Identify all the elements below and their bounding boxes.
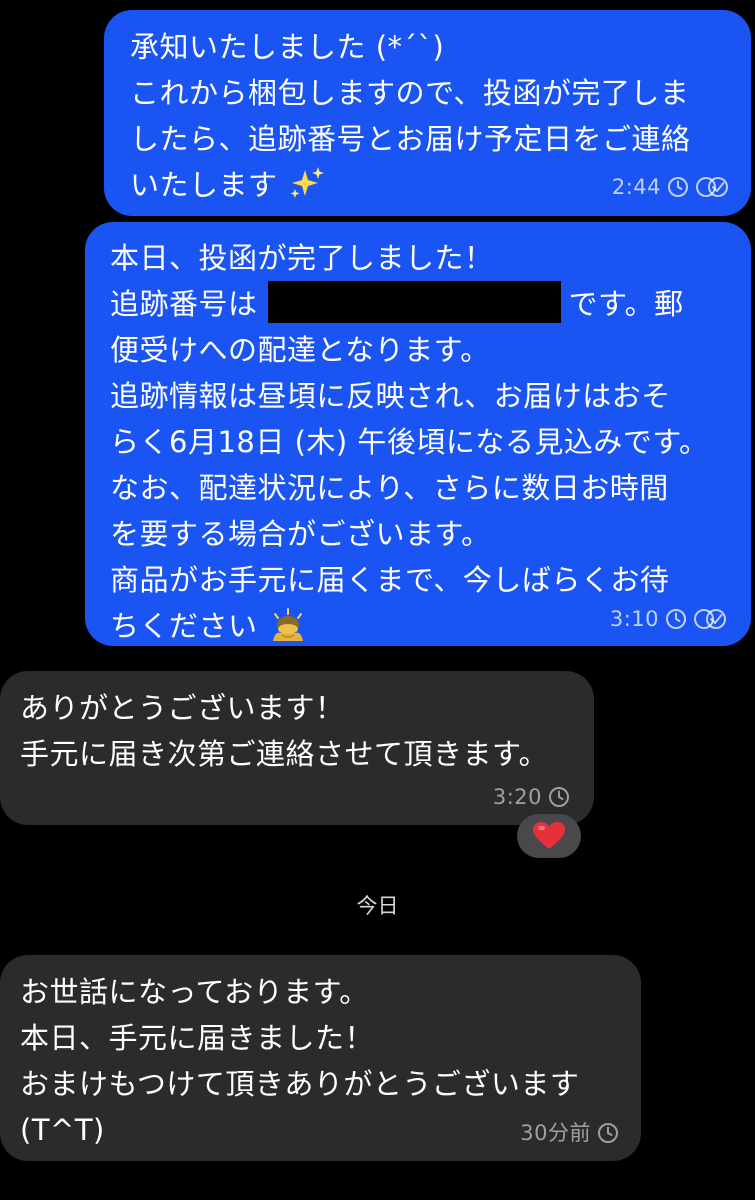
message-bubble-incoming[interactable]: お世話になっております。 本日、手元に届きました！ おまけもつけて頂きありがとう… [0, 955, 641, 1161]
message-bubble-outgoing[interactable]: 本日、投函が完了しました！ 追跡番号は です。郵 便受けへの配達となります。 追跡… [85, 222, 751, 646]
message-meta: 30分前 [520, 1121, 619, 1145]
sparkles-icon [290, 167, 325, 198]
message-time: 3:10 [609, 607, 659, 631]
message-line: 本日、投函が完了しました！ [110, 241, 494, 275]
message-line: (T^T) [20, 1113, 105, 1147]
message-text: 承知いたしました (*´`) これから梱包しますので、投函が完了しま したら、追… [130, 24, 691, 208]
message-reaction[interactable] [517, 814, 581, 858]
message-line: いたします [130, 168, 278, 202]
message-line: ちください [110, 609, 258, 643]
person-bowing-icon [273, 608, 304, 641]
message-time: 30分前 [520, 1121, 591, 1145]
message-text: お世話になっております。 本日、手元に届きました！ おまけもつけて頂きありがとう… [20, 969, 579, 1153]
message-line: お世話になっております。 [20, 975, 369, 1009]
clock-icon [549, 787, 569, 807]
message-line: ありがとうございます！ [20, 691, 345, 725]
redacted-tracking-number [267, 281, 561, 323]
message-text: 本日、投函が完了しました！ 追跡番号は です。郵 便受けへの配達となります。 追跡… [110, 235, 709, 649]
heart-icon [533, 822, 565, 849]
clock-icon [668, 177, 688, 197]
double-check-icon [694, 609, 726, 629]
message-line: を要する場合がございます。 [110, 517, 491, 551]
message-line: 商品がお手元に届くまで、今しばらくお待 [110, 563, 670, 597]
clock-icon [666, 609, 686, 629]
message-line: なお、配達状況により、さらに数日お時間 [110, 471, 669, 505]
clock-icon [598, 1123, 618, 1143]
message-meta: 2:44 [612, 175, 729, 199]
message-line-with-redaction: 追跡番号は です。郵 [110, 281, 709, 327]
message-text: ありがとうございます！ 手元に届き次第ご連絡させて頂きます。 [20, 685, 548, 777]
message-line: 承知いたしました (*´`) [130, 30, 445, 64]
day-separator: 今日 [356, 894, 399, 918]
message-bubble-incoming[interactable]: ありがとうございます！ 手元に届き次第ご連絡させて頂きます。 3:20 [0, 671, 594, 825]
message-time: 3:20 [492, 785, 542, 809]
message-line: おまけもつけて頂きありがとうございます [20, 1067, 580, 1101]
message-line: 便受けへの配達となります。 [110, 333, 490, 367]
message-line: 追跡情報は昼頃に反映され、お届けはおそ [110, 379, 671, 413]
message-time: 2:44 [611, 175, 661, 199]
message-meta: 3:10 [610, 607, 727, 631]
double-check-icon [696, 177, 728, 197]
message-line: 追跡番号は [110, 287, 258, 321]
message-line: これから梱包しますので、投函が完了しま [130, 76, 690, 110]
message-line: らく6月18日 (木) 午後頃になる見込みです。 [110, 425, 709, 459]
message-line: 手元に届き次第ご連絡させて頂きます。 [20, 737, 549, 771]
message-meta: 3:20 [493, 785, 570, 809]
message-line: です。郵 [568, 287, 684, 321]
message-bubble-outgoing[interactable]: 承知いたしました (*´`) これから梱包しますので、投函が完了しま したら、追… [104, 10, 751, 216]
message-line: したら、追跡番号とお届け予定日をご連絡 [130, 122, 691, 156]
message-line: 本日、手元に届きました！ [20, 1021, 375, 1055]
message-line-with-emoji: いたします [130, 162, 691, 208]
